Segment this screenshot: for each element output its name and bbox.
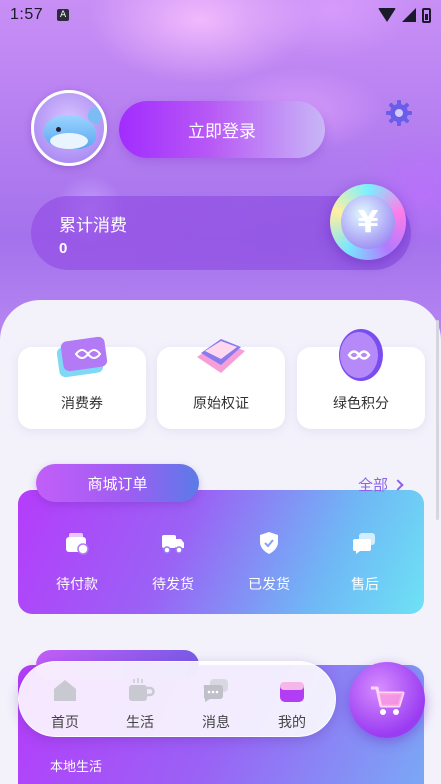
order-status-label: 待发货 [152, 577, 194, 593]
quick-action-label: 原始权证 [193, 396, 249, 412]
order-status-label: 售后 [351, 577, 379, 593]
nav-item-label: 生活 [126, 715, 154, 731]
nav-item-home[interactable]: 首页 [35, 676, 95, 732]
shopping-cart-button[interactable] [349, 662, 425, 738]
coin-symbol: ¥ [341, 195, 395, 249]
wifi-icon [378, 8, 396, 22]
nav-item-life[interactable]: 生活 [110, 676, 170, 732]
total-spend-value: 0 [59, 240, 68, 257]
shield-check-icon [260, 532, 278, 554]
nav-item-messages[interactable]: 消息 [186, 676, 246, 732]
order-status-label: 已发货 [248, 577, 290, 593]
local-life-label: 本地生活 [50, 760, 103, 775]
whale-belly [50, 133, 88, 149]
truck-icon [162, 535, 184, 554]
profile-bag-icon [280, 682, 304, 702]
status-bar: 1:57 A [0, 0, 441, 30]
orders-title: 商城订单 [36, 464, 199, 502]
book-icon [197, 339, 245, 373]
bottom-nav: 首页 生活 消息 我的 [18, 661, 336, 737]
message-icon [203, 679, 228, 702]
quick-action-green-points[interactable]: 绿色积分 [297, 329, 425, 429]
notification-icon: A [57, 9, 70, 21]
hero-background [0, 0, 441, 340]
quick-action-label: 消费券 [61, 396, 103, 412]
total-spend-label: 累计消费 [59, 216, 127, 236]
status-indicators [378, 7, 431, 23]
orders-view-all-link[interactable]: 全部 [358, 474, 404, 495]
nav-item-label: 首页 [51, 715, 79, 731]
chevron-right-icon [392, 478, 404, 491]
order-status-label: 待付款 [56, 577, 98, 593]
quick-action-voucher[interactable]: 消费券 [18, 336, 146, 429]
nav-item-label: 我的 [278, 715, 306, 731]
status-time: 1:57 [10, 6, 44, 23]
orders-view-all-label: 全部 [358, 476, 389, 494]
nav-item-label: 消息 [202, 715, 230, 731]
order-after-sales[interactable]: 售后 [333, 530, 397, 594]
chat-icon [353, 533, 375, 554]
yuan-coin-icon: ¥ [330, 184, 406, 260]
order-pending-payment[interactable]: 待付款 [45, 530, 109, 594]
shopping-cart-icon [371, 686, 405, 715]
infinity-coin-icon [339, 329, 383, 381]
home-icon [54, 680, 76, 701]
voucher-cards-icon [56, 336, 108, 378]
quick-action-label: 绿色积分 [333, 396, 389, 412]
order-pending-shipment[interactable]: 待发货 [141, 530, 205, 594]
whale-eye [56, 127, 61, 132]
nav-item-profile[interactable]: 我的 [262, 676, 322, 732]
coffee-cup-icon [129, 678, 155, 701]
quick-action-warrant[interactable]: 原始权证 [157, 339, 285, 429]
login-button[interactable]: 立即登录 [119, 101, 325, 158]
cell-signal-icon [402, 8, 416, 22]
avatar[interactable] [31, 90, 107, 166]
order-shipped[interactable]: 已发货 [237, 530, 301, 594]
gear-icon[interactable] [385, 99, 413, 127]
battery-icon [422, 7, 431, 23]
scrollbar[interactable] [436, 320, 439, 520]
wallet-icon [66, 533, 89, 555]
